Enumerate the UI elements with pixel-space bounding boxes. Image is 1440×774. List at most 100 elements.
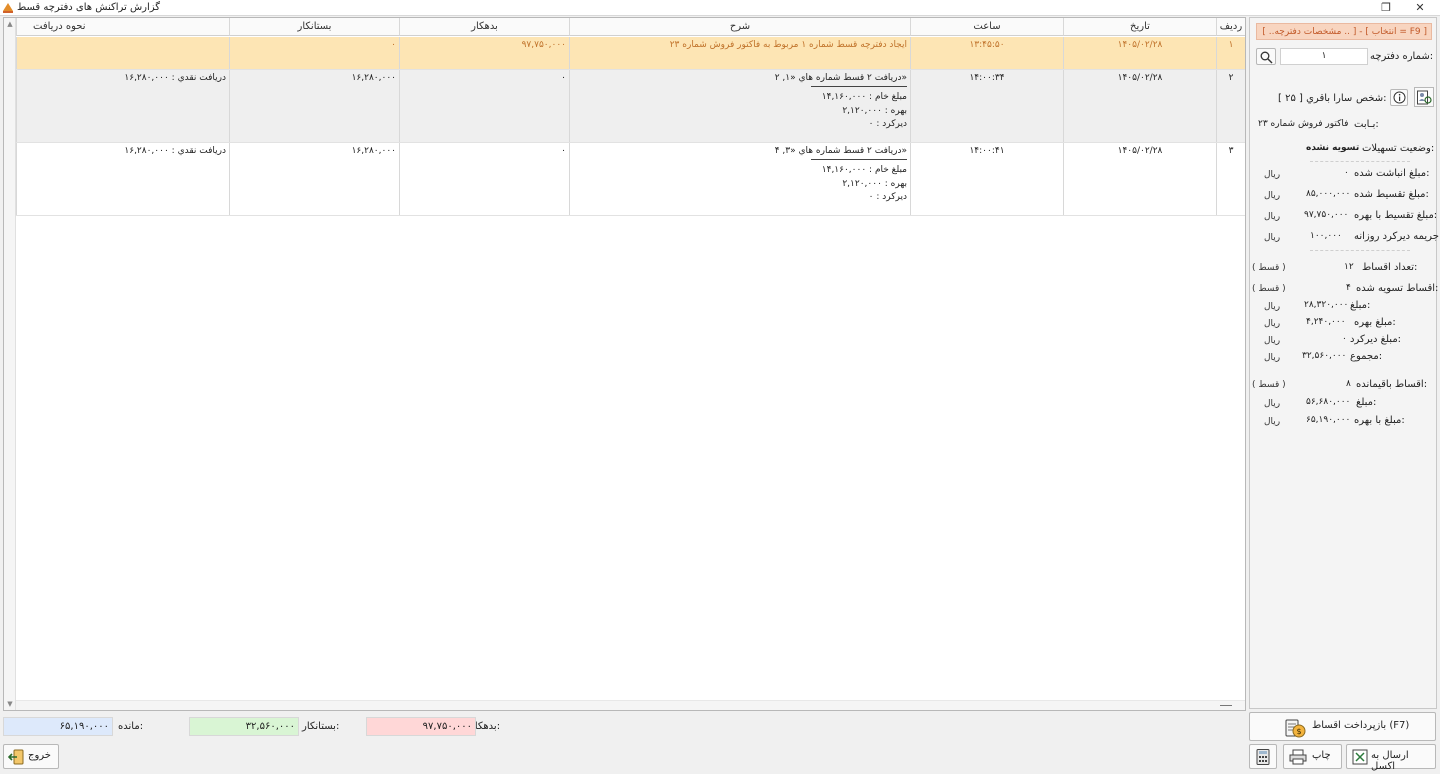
remaining-value: ۸ bbox=[1346, 379, 1351, 389]
table-row[interactable]: ۳ ۱۴۰۵/۰۲/۲۸ ۱۴:۰۰:۴۱ دريافت ۲ قسط شماره… bbox=[16, 143, 1245, 216]
description-divider bbox=[811, 159, 907, 160]
settled-late-label: مبلغ ديركرد: bbox=[1350, 334, 1402, 345]
col-header-description[interactable]: شرح bbox=[569, 18, 910, 36]
penalty-value: ۱۰۰,۰۰۰ bbox=[1310, 231, 1342, 241]
restore-icon[interactable]: ❐ bbox=[1371, 0, 1401, 16]
row-method: دريافت نقدي : ۱۶,۲۸۰,۰۰۰ bbox=[16, 70, 229, 142]
unit-rial: ريال bbox=[1264, 399, 1281, 409]
row-method: دريافت نقدي : ۱۶,۲۸۰,۰۰۰ bbox=[16, 143, 229, 215]
remain-total-label: مانده: bbox=[118, 721, 144, 732]
description-late: ديركرد : ۰ bbox=[868, 192, 907, 202]
panel-header[interactable]: [ ..مشخصات دفترچه .. ] - [ انتخاب = F9 ] bbox=[1256, 23, 1432, 40]
split-amount-value: ۸۵,۰۰۰,۰۰۰ bbox=[1306, 189, 1351, 199]
remaining-interest-value: ۶۵,۱۹۰,۰۰۰ bbox=[1306, 415, 1351, 425]
scroll-down-icon[interactable]: ▼ bbox=[6, 700, 14, 708]
remaining-amount-value: ۵۶,۶۸۰,۰۰۰ bbox=[1306, 397, 1351, 407]
remaining-label: اقساط باقيمانده: bbox=[1356, 379, 1428, 390]
installment-count-value: ۱۲ bbox=[1344, 262, 1354, 272]
row-index: ۲ bbox=[1216, 70, 1245, 142]
status-value: تسويه نشده bbox=[1306, 143, 1360, 153]
divider bbox=[1310, 161, 1410, 162]
row-debit: ۰ bbox=[399, 70, 569, 142]
description-title: دريافت ۲ قسط شماره هاي «۱, ۲» bbox=[774, 73, 907, 83]
person-label: شخص: bbox=[1356, 93, 1387, 104]
col-header-debit[interactable]: بدهكار bbox=[399, 18, 569, 36]
scroll-up-icon[interactable]: ▲ bbox=[6, 20, 14, 28]
table-row[interactable]: ۲ ۱۴۰۵/۰۲/۲۸ ۱۴:۰۰:۳۴ دريافت ۲ قسط شماره… bbox=[16, 70, 1245, 143]
unit-rial: ريال bbox=[1264, 302, 1281, 312]
book-number-label: شماره دفترچه: bbox=[1370, 51, 1434, 62]
calculator-button[interactable] bbox=[1249, 744, 1277, 769]
row-debit: ۹۷,۷۵۰,۰۰۰ bbox=[399, 37, 569, 69]
repay-installments-button[interactable]: $ بازپرداخت اقساط (F7) bbox=[1249, 712, 1436, 741]
row-index: ۱ bbox=[1216, 37, 1245, 69]
unit-rial: ريال bbox=[1264, 336, 1281, 346]
settled-late-value: ۰ bbox=[1342, 334, 1347, 344]
penalty-label: جريمه ديركرد روزانه: bbox=[1354, 231, 1440, 242]
print-button[interactable]: چاپ bbox=[1283, 744, 1342, 769]
unit-rial: ريال bbox=[1264, 170, 1281, 180]
transactions-grid[interactable]: ▲ ▼ رديف تاريخ ساعت شرح بدهكار بستانكار … bbox=[3, 17, 1246, 711]
row-description: ايجاد دفترچه قسط شماره ۱ مربوط به فاكتور… bbox=[569, 37, 910, 69]
settled-interest-label: مبلغ بهره: bbox=[1354, 317, 1396, 328]
for-value: فاكتور فروش شماره ۲۳ bbox=[1258, 119, 1349, 129]
title-bar: ✕ ❐ گزارش تراكنش های دفترچه قسط bbox=[0, 0, 1440, 16]
exit-button[interactable]: خروج bbox=[3, 744, 59, 769]
row-date: ۱۴۰۵/۰۲/۲۸ bbox=[1063, 143, 1216, 215]
col-header-index[interactable]: رديف bbox=[1216, 18, 1245, 36]
row-time: ۱۳:۴۵:۵۰ bbox=[910, 37, 1063, 69]
payment-icon: $ bbox=[1285, 719, 1306, 738]
table-row[interactable]: ۱ ۱۴۰۵/۰۲/۲۸ ۱۳:۴۵:۵۰ ايجاد دفترچه قسط ش… bbox=[16, 37, 1245, 70]
settled-amount-value: ۲۸,۳۲۰,۰۰۰ bbox=[1304, 300, 1349, 310]
description-late: ديركرد : ۰ bbox=[868, 119, 907, 129]
row-date: ۱۴۰۵/۰۲/۲۸ bbox=[1063, 70, 1216, 142]
unit-rial: ريال bbox=[1264, 417, 1281, 427]
row-debit: ۰ bbox=[399, 143, 569, 215]
remaining-amount-label: مبلغ: bbox=[1356, 397, 1377, 408]
settled-sum-value: ۳۲,۵۶۰,۰۰۰ bbox=[1302, 351, 1347, 361]
settled-amount-label: مبلغ: bbox=[1350, 300, 1371, 311]
excel-export-button[interactable]: ارسال به اكسل bbox=[1346, 744, 1436, 772]
person-value: سارا باقري [ ۲۵ ] bbox=[1278, 93, 1353, 104]
for-label: بـابت: bbox=[1354, 119, 1379, 130]
close-icon[interactable]: ✕ bbox=[1405, 0, 1435, 16]
description-divider bbox=[811, 86, 907, 87]
settled-sum-label: مجموع: bbox=[1350, 351, 1383, 362]
credit-total-label: بستانكار: bbox=[302, 721, 340, 732]
vertical-scrollbar[interactable]: ▲ ▼ bbox=[4, 18, 16, 710]
row-date: ۱۴۰۵/۰۲/۲۸ bbox=[1063, 37, 1216, 69]
unit-rial: ريال bbox=[1264, 233, 1281, 243]
excel-icon bbox=[1352, 749, 1368, 765]
accumulated-value: ۰ bbox=[1344, 168, 1349, 178]
unit-rial: ريال bbox=[1264, 212, 1281, 222]
row-credit: ۰ bbox=[229, 37, 399, 69]
settled-value: ۴ bbox=[1346, 283, 1351, 293]
exit-icon bbox=[8, 749, 24, 765]
description-raw: مبلغ خام : ۱۴,۱۶۰,۰۰۰ bbox=[821, 165, 907, 175]
app-icon bbox=[3, 3, 13, 13]
installment-count-label: تعداد اقساط: bbox=[1362, 262, 1418, 273]
repay-label: بازپرداخت اقساط (F7) bbox=[1312, 720, 1410, 731]
description-raw: مبلغ خام : ۱۴,۱۶۰,۰۰۰ bbox=[821, 92, 907, 102]
credit-total-value: ۳۲,۵۶۰,۰۰۰ bbox=[189, 717, 299, 736]
book-number-input[interactable]: ۱ bbox=[1280, 48, 1368, 65]
scroll-thumb[interactable] bbox=[1220, 705, 1232, 706]
col-header-credit[interactable]: بستانكار bbox=[229, 18, 399, 36]
person-card-button[interactable] bbox=[1414, 87, 1434, 107]
col-header-method[interactable]: نحوه دريافت bbox=[16, 18, 229, 36]
print-label: چاپ bbox=[1312, 750, 1331, 761]
description-interest: بهره : ۲,۱۲۰,۰۰۰ bbox=[842, 178, 907, 189]
split-amount-label: مبلغ تقسيط شده: bbox=[1354, 189, 1429, 200]
unit-installment: ( قسط ) bbox=[1252, 380, 1286, 390]
col-header-date[interactable]: تاريخ bbox=[1063, 18, 1216, 36]
split-interest-value: ۹۷,۷۵۰,۰۰۰ bbox=[1304, 210, 1349, 220]
horizontal-scrollbar[interactable] bbox=[16, 700, 1245, 710]
info-button[interactable] bbox=[1390, 89, 1408, 106]
col-header-time[interactable]: ساعت bbox=[910, 18, 1063, 36]
unit-installment: ( قسط ) bbox=[1252, 263, 1286, 273]
status-label: وضعيت تسهيلات: bbox=[1362, 143, 1435, 154]
search-button[interactable] bbox=[1256, 48, 1276, 65]
settled-interest-value: ۴,۲۴۰,۰۰۰ bbox=[1306, 317, 1346, 327]
unit-rial: ريال bbox=[1264, 353, 1281, 363]
window-title: گزارش تراكنش های دفترچه قسط bbox=[17, 2, 161, 13]
